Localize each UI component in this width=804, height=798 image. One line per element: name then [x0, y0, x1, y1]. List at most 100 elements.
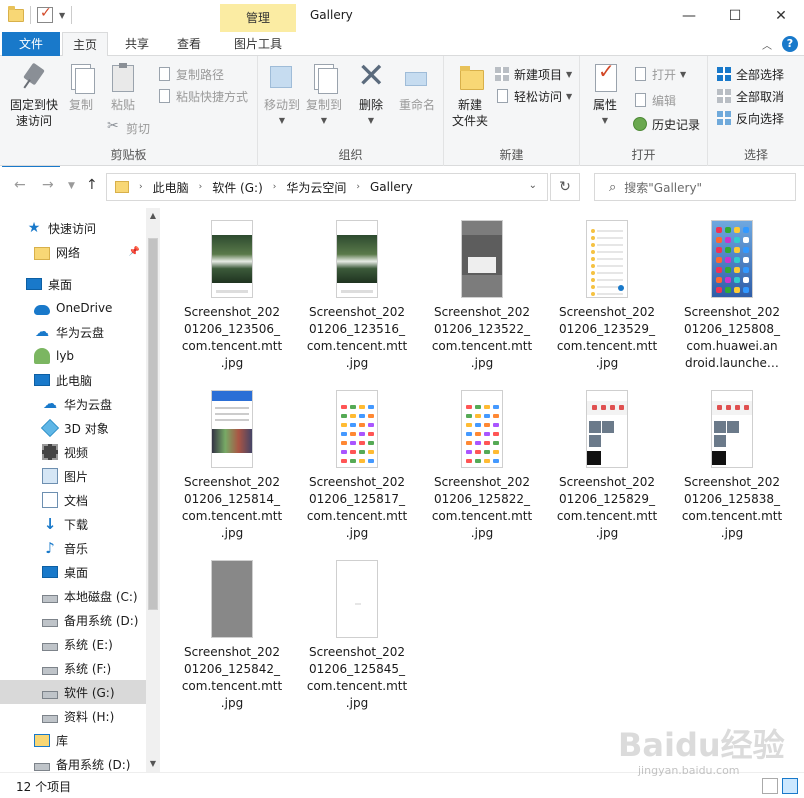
breadcrumb-huawei-cloud[interactable]: 华为云空间 [286, 179, 346, 196]
edit-label: 编辑 [652, 93, 677, 108]
sidebar-item[interactable]: 此电脑 [0, 368, 146, 392]
easy-access-button[interactable]: 轻松访问 ▼ [494, 86, 572, 106]
sidebar-item[interactable]: lyb [0, 344, 146, 368]
sidebar-item[interactable]: 资料 (H:) [0, 704, 146, 728]
sidebar-item[interactable]: ☁ 华为云盘 [0, 392, 146, 416]
tab-picture-tools[interactable]: 图片工具 [222, 32, 294, 56]
file-item[interactable]: Screenshot_202 01206_125808_ com.huawei.an… [671, 208, 793, 372]
collapse-ribbon-icon[interactable]: ︿ [762, 37, 772, 52]
tab-share[interactable]: 共享 [114, 32, 160, 56]
sidebar-item[interactable]: ♪ 音乐 [0, 536, 146, 560]
history-button[interactable]: 历史记录 [632, 114, 700, 134]
address-bar[interactable]: › 此电脑 › 软件 (G:) › 华为云空间 › Gallery ⌄ [106, 173, 548, 201]
maximize-button[interactable]: ☐ [712, 0, 758, 32]
sidebar-item[interactable]: 备用系统 (D:) [0, 752, 146, 772]
sidebar-item[interactable]: 库 [0, 728, 146, 752]
file-item[interactable]: Screenshot_202 01206_123506_ com.tencent.m… [171, 208, 293, 372]
paste-shortcut-label: 粘贴快捷方式 [176, 89, 249, 104]
sidebar-item[interactable]: 文档 [0, 488, 146, 512]
paste-shortcut-button[interactable]: 粘贴快捷方式 [156, 86, 248, 106]
sidebar-item[interactable]: 本地磁盘 (C:) [0, 584, 146, 608]
refresh-icon: ↻ [559, 179, 571, 195]
file-item[interactable]: Screenshot_202 01206_125829_ com.tencent.m… [546, 378, 668, 542]
new-folder-button[interactable]: 新建 文件夹 [448, 62, 492, 129]
chevron-right-icon[interactable]: › [356, 182, 360, 192]
edit-button[interactable]: 编辑 [632, 90, 676, 110]
invert-selection-button[interactable]: 反向选择 [716, 108, 784, 128]
breadcrumb-drive-g[interactable]: 软件 (G:) [212, 179, 263, 196]
chevron-right-icon[interactable]: › [139, 182, 143, 192]
sidebar-item[interactable]: 图片 [0, 464, 146, 488]
back-arrow-icon[interactable]: ← [14, 177, 26, 193]
file-item[interactable]: Screenshot_202 01206_123522_ com.tencent.m… [421, 208, 543, 372]
file-item[interactable]: Screenshot_202 01206_125842_ com.tencent.m… [171, 548, 293, 712]
scroll-up-icon[interactable]: ▲ [146, 208, 160, 224]
file-item[interactable]: Screenshot_202 01206_125845_ com.tencent.m… [296, 548, 418, 712]
large-icons-view-icon[interactable] [782, 778, 798, 794]
file-item[interactable]: Screenshot_202 01206_125814_ com.tencent.m… [171, 378, 293, 542]
new-item-button[interactable]: 新建项目 ▼ [494, 64, 572, 84]
pin-quick-access-button[interactable]: 固定到快 速访问 [6, 62, 62, 129]
chevron-right-icon[interactable]: › [273, 182, 277, 192]
properties-icon[interactable] [37, 5, 53, 23]
breadcrumb-this-pc[interactable]: 此电脑 [153, 179, 189, 196]
forward-arrow-icon[interactable]: → [42, 177, 54, 193]
file-item[interactable]: Screenshot_202 01206_123516_ com.tencent.m… [296, 208, 418, 372]
file-item[interactable]: Screenshot_202 01206_123529_ com.tencent.m… [546, 208, 668, 372]
minimize-button[interactable]: — [666, 0, 712, 32]
tab-view[interactable]: 查看 [166, 32, 212, 56]
window-controls: — ☐ ✕ [666, 0, 804, 32]
copy-path-button[interactable]: 复制路径 [156, 64, 224, 84]
move-to-button[interactable]: 移动到 ▼ [262, 62, 302, 129]
pin-icon [18, 62, 50, 94]
sidebar-item[interactable]: 软件 (G:) [0, 680, 146, 704]
copy-to-button[interactable]: 复制到 ▼ [304, 62, 344, 129]
details-view-icon[interactable] [762, 778, 778, 794]
sidebar-item[interactable]: 3D 对象 [0, 416, 146, 440]
up-arrow-icon[interactable]: ↑ [86, 177, 98, 193]
file-name-line: 01206_123522_ [434, 322, 530, 336]
file-item[interactable]: Screenshot_202 01206_125822_ com.tencent.m… [421, 378, 543, 542]
scroll-down-icon[interactable]: ▼ [146, 756, 160, 772]
tab-home[interactable]: 主页 [62, 32, 108, 57]
sidebar-item[interactable]: 备用系统 (D:) [0, 608, 146, 632]
file-item[interactable]: Screenshot_202 01206_125817_ com.tencent.m… [296, 378, 418, 542]
delete-button[interactable]: ✕ 删除 ▼ [354, 59, 388, 129]
sidebar-item[interactable]: ☁ 华为云盘 [0, 320, 146, 344]
select-none-button[interactable]: 全部取消 [716, 86, 784, 106]
breadcrumb-gallery[interactable]: Gallery [370, 180, 413, 194]
address-history-chevron-icon[interactable]: ⌄ [529, 180, 537, 191]
file-name: Screenshot_202 01206_123529_ com.tencent.m… [546, 304, 668, 372]
customize-toolbar-chevron-icon[interactable]: ▼ [59, 11, 65, 20]
sidebar-item[interactable]: 桌面 [0, 560, 146, 584]
item-count: 12 个项目 [16, 780, 72, 794]
rename-label: 重命名 [398, 98, 435, 112]
search-input[interactable]: ⌕ 搜索"Gallery" [594, 173, 796, 201]
sidebar-item[interactable]: 系统 (E:) [0, 632, 146, 656]
select-all-button[interactable]: 全部选择 [716, 64, 784, 84]
sidebar-item[interactable]: 视频 [0, 440, 146, 464]
properties-button[interactable]: 属性 ▼ [586, 62, 624, 129]
file-name-line: Screenshot_202 [558, 475, 656, 489]
context-tab-manage[interactable]: 管理 [220, 4, 296, 32]
sidebar-item[interactable]: 网络 📌 [0, 240, 146, 264]
cut-button[interactable]: ✂ 剪切 [106, 118, 150, 138]
chevron-right-icon[interactable]: › [199, 182, 203, 192]
scrollbar-thumb[interactable] [148, 238, 158, 610]
close-button[interactable]: ✕ [758, 0, 804, 32]
paste-button[interactable]: 粘贴 [104, 62, 142, 113]
copy-button[interactable]: 复制 [64, 62, 98, 113]
file-item[interactable]: Screenshot_202 01206_125838_ com.tencent.m… [671, 378, 793, 542]
open-button[interactable]: 打开 ▼ [632, 64, 686, 84]
refresh-button[interactable]: ↻ [550, 173, 580, 201]
sidebar-item[interactable]: ★ 快速访问 [0, 216, 146, 240]
sidebar-item[interactable]: 桌面 [0, 272, 146, 296]
rename-button[interactable]: 重命名 [394, 62, 440, 113]
help-icon[interactable]: ? [782, 36, 798, 52]
sidebar-item[interactable]: ↓ 下载 [0, 512, 146, 536]
sidebar-item[interactable]: 系统 (F:) [0, 656, 146, 680]
nav-scrollbar[interactable]: ▲ ▼ [146, 208, 160, 772]
file-name-line: .jpg [220, 526, 244, 540]
sidebar-item[interactable]: OneDrive [0, 296, 146, 320]
recent-locations-chevron-icon[interactable]: ▼ [68, 181, 75, 191]
